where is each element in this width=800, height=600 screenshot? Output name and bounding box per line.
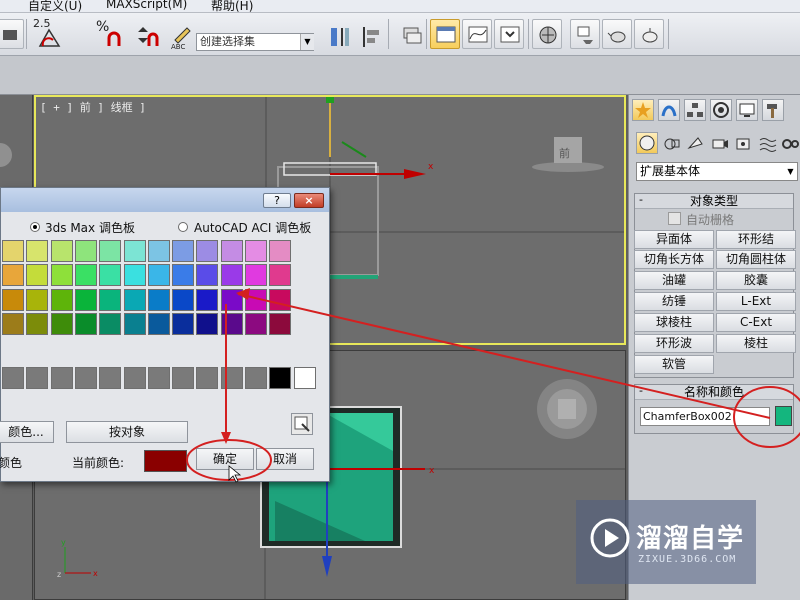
watermark-subtitle: ZIXUE.3D66.COM — [638, 554, 737, 565]
watermark-title: 溜溜自学 — [636, 524, 745, 554]
play-logo-icon — [590, 518, 630, 558]
